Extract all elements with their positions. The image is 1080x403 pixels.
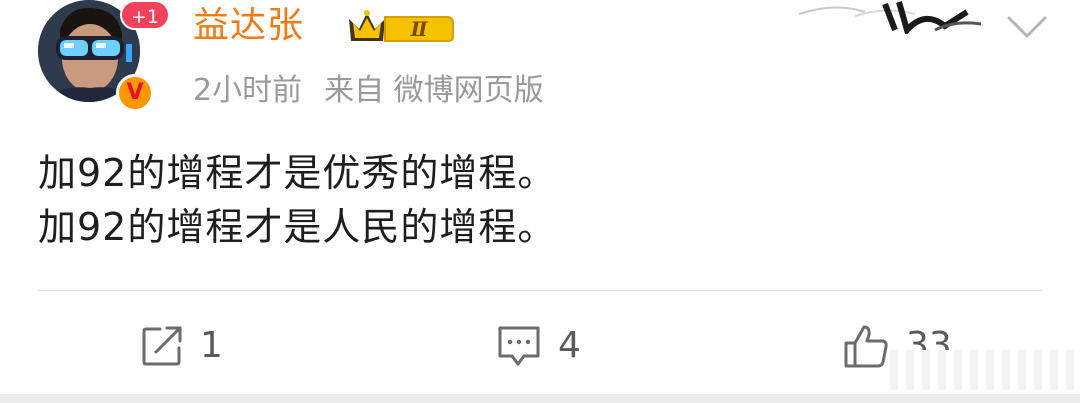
bottom-separator xyxy=(0,394,1080,403)
vip-level-label: Ⅱ xyxy=(410,17,429,41)
post-content[interactable]: 加92的增程才是优秀的增程。 加92的增程才是人民的增程。 xyxy=(38,146,556,254)
decorative-signature xyxy=(795,0,985,37)
crown-icon: Ⅱ xyxy=(349,10,454,42)
thumbs-up-icon xyxy=(844,325,888,368)
comment-count: 4 xyxy=(558,325,581,366)
post-content-line: 加92的增程才是人民的增程。 xyxy=(38,205,557,249)
weibo-post-card: +1 V 益达张 Ⅱ 2小时前 来自 微博网页版 加92的增程才是优秀的增程。 … xyxy=(0,0,1080,403)
divider xyxy=(38,290,1042,291)
post-meta: 2小时前 来自 微博网页版 xyxy=(193,72,544,110)
post-content-line: 加92的增程才是优秀的增程。 xyxy=(38,151,557,195)
more-options-button[interactable] xyxy=(1006,14,1048,40)
comment-icon xyxy=(498,326,540,366)
post-source: 来自 微博网页版 xyxy=(324,73,544,108)
comment-button[interactable]: 4 xyxy=(496,322,581,370)
notification-badge: +1 xyxy=(120,0,170,30)
avatar-container[interactable]: +1 V xyxy=(38,0,170,112)
watermark-strip xyxy=(890,350,1080,390)
vip-badge[interactable]: Ⅱ xyxy=(343,7,455,47)
username[interactable]: 益达张 xyxy=(193,4,304,48)
signature-decoration-icon xyxy=(798,1,982,37)
repost-icon xyxy=(142,326,182,366)
repost-count: 1 xyxy=(200,325,223,366)
repost-button[interactable]: 1 xyxy=(140,322,223,370)
verified-badge: V xyxy=(116,74,154,112)
chevron-down-icon xyxy=(1007,16,1047,38)
post-time: 2小时前 xyxy=(193,73,303,108)
